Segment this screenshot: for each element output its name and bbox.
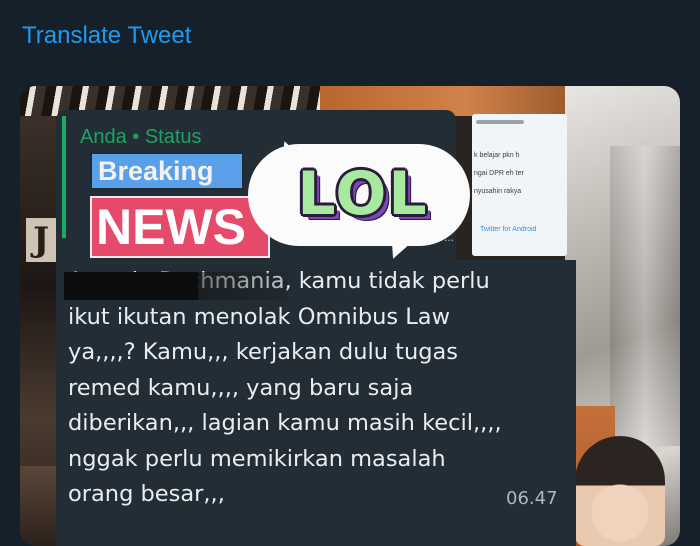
thumbnail-bar bbox=[476, 120, 524, 124]
thumbnail-line: k belajar pkn h bbox=[474, 152, 520, 159]
quote-accent-bar bbox=[62, 116, 66, 238]
tweet-media-image[interactable]: J Anda • Status k belajar pkn h ngai DPR… bbox=[20, 86, 680, 546]
news-label: NEWS bbox=[90, 196, 270, 258]
chat-message-text: Ayunda Rachmania, kamu tidak perlu ikut … bbox=[68, 268, 502, 507]
redaction-scribble bbox=[64, 272, 288, 300]
thumbnail-line: nyusahin rakya bbox=[474, 188, 522, 195]
translate-tweet-link[interactable]: Translate Tweet bbox=[22, 22, 191, 50]
lol-sticker-text: LOL bbox=[297, 159, 429, 229]
message-timestamp: 06.47 bbox=[506, 488, 558, 509]
collage-portrait bbox=[575, 436, 665, 546]
status-reply-title: Anda • Status bbox=[80, 126, 202, 148]
breaking-label: Breaking bbox=[90, 152, 244, 190]
thumbnail-line: ngai DPR eh ter bbox=[474, 170, 524, 177]
collage-jacket-shade bbox=[610, 146, 680, 446]
status-thumbnail: k belajar pkn h ngai DPR eh ter nyusahin… bbox=[472, 114, 567, 256]
thumbnail-source: Twitter for Android bbox=[480, 226, 537, 233]
collage-letter: J bbox=[26, 218, 56, 262]
